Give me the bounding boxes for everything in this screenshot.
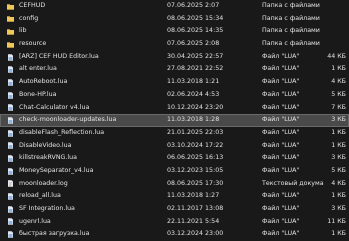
file-type: Папка с файлами [262, 27, 320, 35]
file-row[interactable]: MoneySeparator_v4.lua 03.12.2023 15:05 Ф… [0, 165, 349, 178]
file-modified-date: 06.06.2025 16:13 [167, 154, 224, 162]
file-row[interactable]: config 08.06.2025 15:34 Папка с файлами [0, 13, 349, 26]
file-row[interactable]: ugenrl.lua 22.11.2021 5:54 Файл "LUA" 11… [0, 216, 349, 229]
file-size: 1 КБ [331, 128, 346, 136]
file-icon [7, 231, 14, 238]
file-size: 7 КБ [331, 103, 346, 111]
file-modified-date: 07.06.2025 2:07 [167, 2, 220, 9]
file-row[interactable]: resource 07.06.2025 2:08 Папка с файлами [0, 38, 349, 51]
file-modified-date: 11.03.2018 1:21 [167, 78, 220, 86]
file-size: 3 КБ [331, 205, 346, 212]
file-name: DisableVideo.lua [19, 141, 72, 149]
file-size: 44 КБ [327, 52, 346, 60]
file-type: Папка с файлами [262, 40, 320, 48]
file-icon [7, 91, 14, 99]
file-modified-date: 27.08.2021 22:52 [167, 65, 224, 73]
file-name: [ARZ] CEF HUD Editor.lua [19, 52, 99, 60]
file-size: 3 КБ [331, 154, 346, 162]
file-list: CEFHUD 07.06.2025 2:07 Папка с файлами c… [0, 0, 349, 241]
file-name: быстрая загрузка.lua [19, 230, 90, 238]
file-modified-date: 03.12.2024 23:00 [167, 230, 224, 238]
file-row[interactable]: быстрая загрузка.lua 03.12.2024 23:00 Фа… [0, 228, 349, 241]
file-modified-date: 02.11.2017 13:08 [167, 205, 224, 212]
file-icon [7, 155, 14, 162]
file-row[interactable]: Chat-Calculator v4.lua 10.12.2024 23:20 … [0, 102, 349, 115]
file-name: reload_all.lua [19, 192, 61, 200]
file-modified-date: 08.06.2025 17:30 [167, 179, 224, 187]
file-size: 5 КБ [331, 166, 346, 174]
file-type: Папка с файлами [262, 14, 320, 22]
file-size: 5 КБ [331, 90, 346, 98]
folder-icon [7, 15, 14, 23]
file-modified-date: 07.06.2025 2:08 [167, 40, 220, 48]
file-name: config [19, 14, 39, 22]
file-icon [7, 79, 14, 86]
file-name: ugenrl.lua [19, 217, 51, 225]
file-row[interactable]: Bone-HP.lua 02.06.2024 4:53 Файл "LUA" 5… [0, 89, 349, 102]
file-icon [7, 66, 14, 74]
file-name: check-moonloader-updates.lua [19, 116, 117, 124]
file-modified-date: 08.06.2025 14:35 [167, 27, 224, 35]
file-icon [7, 205, 14, 213]
file-row[interactable]: killstreakRVNG.lua 06.06.2025 16:13 Файл… [0, 152, 349, 165]
file-row[interactable]: reload_all.lua 11.03.2018 1:27 Файл "LUA… [0, 190, 349, 203]
file-size: 1 КБ [331, 141, 346, 149]
file-modified-date: 08.06.2025 15:34 [167, 14, 224, 22]
file-modified-date: 03.12.2023 15:05 [167, 166, 224, 174]
file-name: MoneySeparator_v4.lua [19, 166, 94, 174]
folder-icon [7, 28, 14, 35]
file-size: 4 КБ [331, 179, 346, 187]
file-size: 11 КБ [327, 217, 346, 225]
file-icon [7, 104, 14, 112]
file-row[interactable]: lib 08.06.2025 14:35 Папка с файлами [0, 25, 349, 38]
file-row[interactable]: [ARZ] CEF HUD Editor.lua 30.04.2025 22:5… [0, 51, 349, 64]
text-file-icon [7, 180, 14, 188]
file-icon [7, 53, 14, 61]
folder-icon [7, 3, 14, 10]
file-modified-date: 02.06.2024 4:53 [167, 90, 220, 98]
file-name: Bone-HP.lua [19, 90, 57, 98]
file-name: Chat-Calculator v4.lua [19, 103, 90, 111]
file-icon [7, 167, 14, 175]
file-icon [7, 193, 14, 200]
file-name: resource [19, 40, 47, 48]
file-name: AutoReboot.lua [19, 78, 68, 86]
file-row[interactable]: moonloader.log 08.06.2025 17:30 Текстовы… [0, 178, 349, 191]
folder-icon [7, 41, 14, 48]
file-name: moonloader.log [19, 179, 68, 187]
file-size: 1 КБ [331, 230, 346, 238]
file-name: CEFHUD [19, 2, 46, 9]
file-row[interactable]: CEFHUD 07.06.2025 2:07 Папка с файлами [0, 0, 349, 13]
file-row[interactable]: DisableVideo.lua 03.10.2024 17:22 Файл "… [0, 140, 349, 153]
file-icon [7, 129, 14, 137]
file-size: 1 КБ [331, 192, 346, 200]
file-type: Папка с файлами [262, 2, 320, 9]
file-row[interactable]: AutoReboot.lua 11.03.2018 1:21 Файл "LUA… [0, 76, 349, 89]
file-size: 4 КБ [331, 78, 346, 86]
file-modified-date: 10.12.2024 23:20 [167, 103, 224, 111]
file-icon [7, 218, 14, 226]
file-icon [7, 142, 14, 150]
file-name: killstreakRVNG.lua [19, 154, 78, 162]
file-row[interactable]: disableFlash_Reflection.lua 21.01.2025 2… [0, 127, 349, 140]
file-row[interactable]: check-moonloader-updates.lua 11.03.2018 … [0, 114, 349, 127]
file-row[interactable]: alt enter.lua 27.08.2021 22:52 Файл "LUA… [0, 63, 349, 76]
file-name: SF Integration.lua [19, 205, 75, 212]
file-size: 3 КБ [331, 116, 346, 124]
file-modified-date: 22.11.2021 5:54 [167, 217, 220, 225]
file-modified-date: 30.04.2025 22:57 [167, 52, 224, 60]
file-modified-date: 03.10.2024 17:22 [167, 141, 224, 149]
file-row[interactable]: SF Integration.lua 02.11.2017 13:08 Файл… [0, 203, 349, 216]
file-name: alt enter.lua [19, 65, 57, 73]
file-size: 1 КБ [331, 65, 346, 73]
file-modified-date: 11.03.2018 1:28 [167, 116, 220, 124]
file-name: lib [19, 27, 27, 35]
file-modified-date: 21.01.2025 22:03 [167, 128, 224, 136]
file-modified-date: 11.03.2018 1:27 [167, 192, 220, 200]
file-name: disableFlash_Reflection.lua [19, 128, 105, 136]
file-icon [7, 117, 14, 124]
